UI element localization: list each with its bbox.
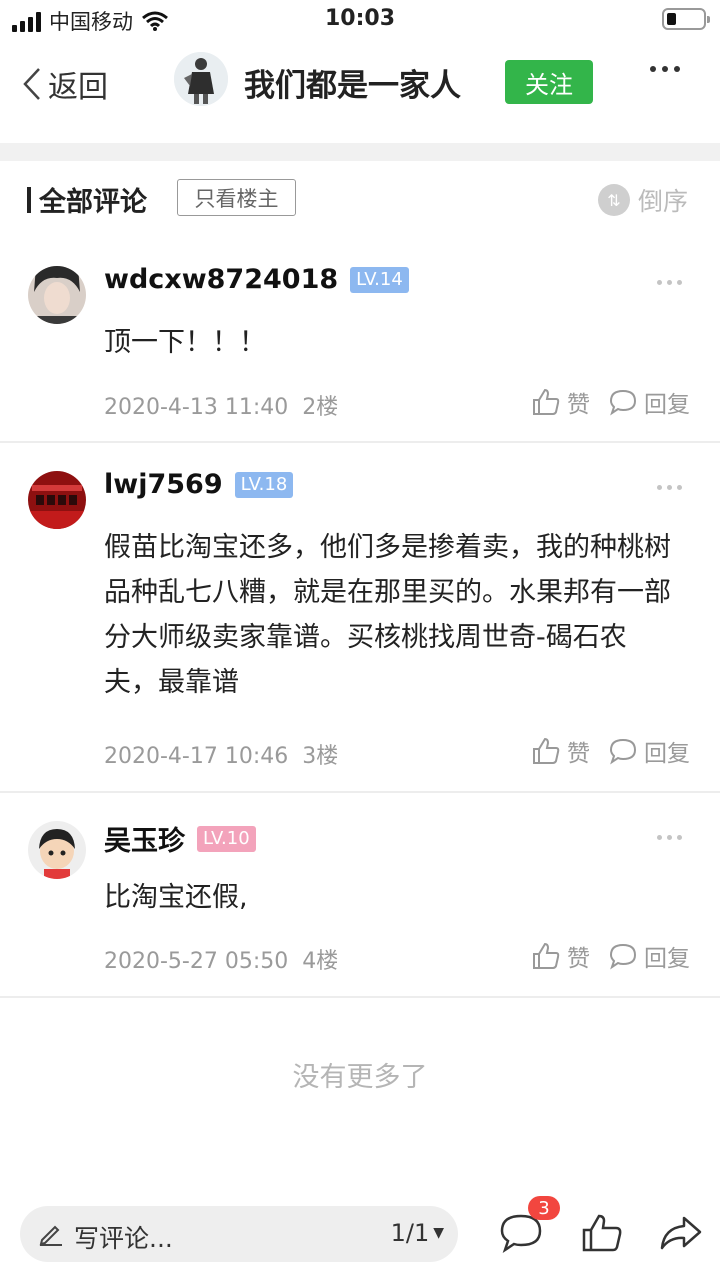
- comment-more-icon[interactable]: [657, 280, 682, 285]
- avatar[interactable]: [28, 266, 86, 324]
- like-button[interactable]: 赞: [531, 385, 590, 419]
- comment-text: 比淘宝还假,: [104, 882, 248, 913]
- follow-button[interactable]: 关注: [505, 60, 593, 104]
- back-label: 返回: [48, 70, 108, 105]
- reply-button[interactable]: 回复: [608, 385, 690, 419]
- comments-header: 全部评论 只看楼主 ⇅ 倒序: [0, 162, 720, 234]
- reply-button[interactable]: 回复: [608, 734, 690, 768]
- comment-floor: 4楼: [302, 949, 339, 974]
- like-button[interactable]: 赞: [531, 939, 590, 973]
- battery-icon: [662, 8, 710, 30]
- comment-author[interactable]: lwj7569 LV.18: [104, 469, 294, 500]
- chevron-left-icon: [23, 68, 40, 100]
- level-badge: LV.14: [350, 266, 409, 293]
- write-comment-placeholder: 写评论...: [74, 1224, 173, 1253]
- like-label: 赞: [567, 392, 590, 418]
- end-of-list-note: 没有更多了: [292, 1062, 428, 1093]
- username[interactable]: lwj7569: [104, 469, 223, 500]
- speech-bubble-icon: [609, 943, 637, 970]
- share-icon[interactable]: [658, 1212, 704, 1254]
- like-label: 赞: [567, 946, 590, 972]
- comment-item: 吴玉珍 LV.10 比淘宝还假, 2020-5-27 05:50 4楼 赞 回复: [0, 793, 720, 998]
- write-comment-input[interactable]: 写评论... 1/1 ▼: [20, 1206, 458, 1262]
- comment-more-icon[interactable]: [657, 485, 682, 490]
- back-button[interactable]: 返回: [22, 62, 108, 106]
- thumbs-up-icon: [533, 388, 560, 415]
- comment-date: 2020-4-13 11:40: [104, 395, 289, 420]
- comment-date: 2020-5-27 05:50: [104, 949, 289, 974]
- comment-actions: 赞 回复: [531, 385, 690, 419]
- reply-label: 回复: [644, 741, 690, 767]
- page-indicator-label: 1/1: [390, 1219, 430, 1247]
- comment-more-icon[interactable]: [657, 835, 682, 840]
- comment-item: lwj7569 LV.18 假苗比淘宝还多，他们多是掺着卖，我的种桃树品种乱七八…: [0, 443, 720, 793]
- sort-toggle[interactable]: ⇅ 倒序: [597, 182, 688, 218]
- reply-button[interactable]: 回复: [608, 939, 690, 973]
- comment-meta: 2020-4-17 10:46 3楼: [104, 738, 338, 770]
- group-title: 我们都是一家人: [244, 68, 461, 104]
- page-indicator[interactable]: 1/1 ▼: [391, 1219, 444, 1247]
- speech-bubble-icon: [609, 389, 637, 416]
- group-avatar[interactable]: [174, 52, 228, 106]
- reply-label: 回复: [644, 946, 690, 972]
- speech-bubble-icon: [609, 738, 637, 765]
- status-bar: 中国移动 10:03: [0, 0, 720, 40]
- username[interactable]: 吴玉珍: [104, 819, 185, 858]
- comment-meta: 2020-5-27 05:50 4楼: [104, 943, 338, 975]
- comment-text: 顶一下！！！: [104, 327, 266, 358]
- more-options-icon[interactable]: [650, 66, 680, 72]
- level-badge: LV.10: [197, 825, 256, 852]
- comment-author[interactable]: 吴玉珍 LV.10: [104, 819, 256, 858]
- caret-down-icon: ▼: [433, 1225, 444, 1241]
- comment-actions: 赞 回复: [531, 939, 690, 973]
- comment-date: 2020-4-17 10:46: [104, 744, 289, 769]
- comment-floor: 2楼: [302, 395, 339, 420]
- post-detail-page: 中国移动 10:03 返回 我们都是一家人 关注 全部评论 只看楼主 ⇅ 倒序 …: [0, 0, 720, 1280]
- pencil-icon: [39, 1225, 62, 1246]
- thumbs-up-icon: [533, 737, 560, 764]
- comment-item: wdcxw8724018 LV.14 顶一下！！！ 2020-4-13 11:4…: [0, 234, 720, 443]
- comment-floor: 3楼: [302, 744, 339, 769]
- comment-author[interactable]: wdcxw8724018 LV.14: [104, 264, 409, 295]
- group-avatar-image: [174, 52, 228, 106]
- like-label: 赞: [567, 741, 590, 767]
- like-button[interactable]: 赞: [531, 734, 590, 768]
- username[interactable]: wdcxw8724018: [104, 264, 338, 295]
- comment-text: 假苗比淘宝还多，他们多是掺着卖，我的种桃树品种乱七八糟，就是在那里买的。水果邦有…: [104, 532, 671, 698]
- comment-meta: 2020-4-13 11:40 2楼: [104, 389, 338, 421]
- title-marker: [27, 186, 31, 213]
- level-badge: LV.18: [234, 471, 294, 498]
- sort-icon: ⇅: [597, 184, 630, 216]
- comment-actions: 赞 回复: [531, 734, 690, 768]
- sort-label: 倒序: [637, 187, 688, 216]
- thumbs-up-icon: [533, 942, 560, 969]
- nav-bar: 返回 我们都是一家人 关注: [0, 44, 720, 120]
- section-title-label: 全部评论: [39, 187, 147, 218]
- thumbs-up-icon[interactable]: [580, 1212, 624, 1254]
- only-host-filter-button[interactable]: 只看楼主: [177, 179, 296, 216]
- reply-label: 回复: [644, 392, 690, 418]
- bottom-toolbar: 写评论... 1/1 ▼ 3: [0, 1196, 720, 1276]
- section-title: 全部评论: [27, 180, 147, 219]
- avatar[interactable]: [28, 821, 86, 879]
- section-divider: [0, 143, 720, 161]
- status-time: 10:03: [324, 6, 396, 31]
- avatar[interactable]: [28, 471, 86, 529]
- comment-count-badge: 3: [528, 1196, 560, 1220]
